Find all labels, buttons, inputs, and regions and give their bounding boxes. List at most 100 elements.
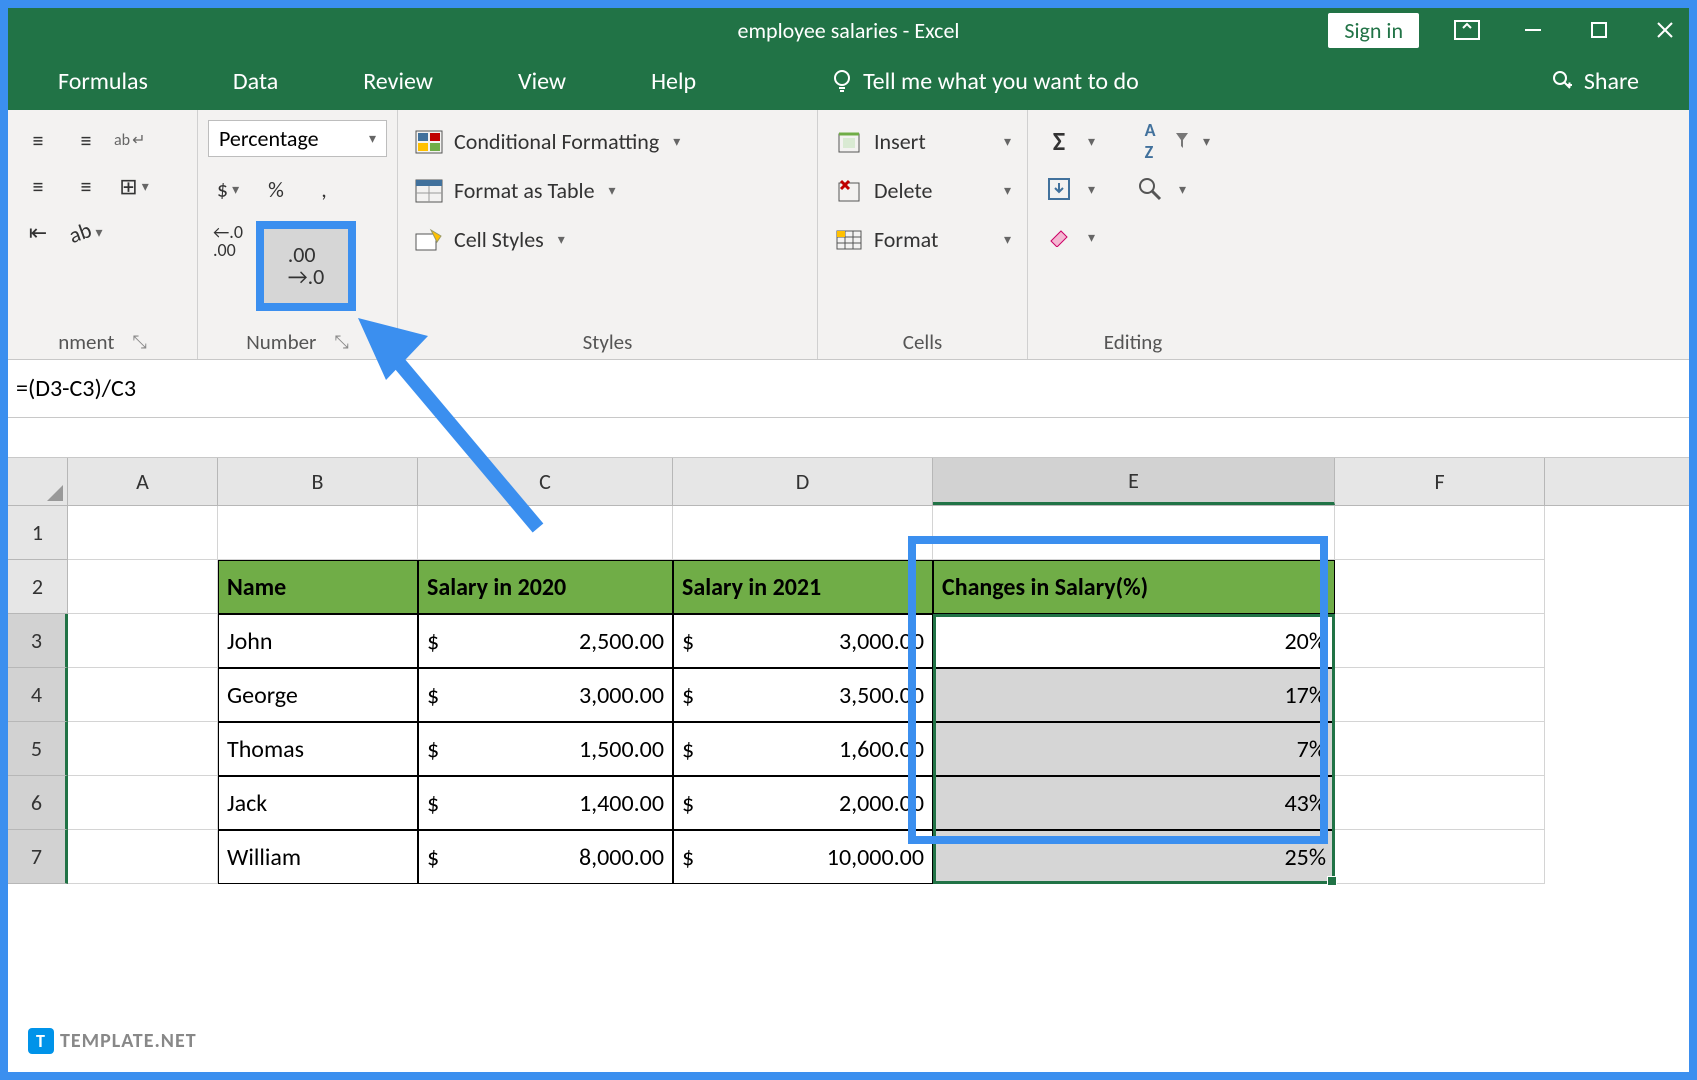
- format-button[interactable]: Format ▾: [828, 222, 1017, 257]
- cell[interactable]: [68, 614, 218, 668]
- number-launcher-icon[interactable]: ⤡: [334, 331, 348, 353]
- minimize-icon[interactable]: [1515, 12, 1551, 48]
- tab-formulas[interactable]: Formulas: [58, 67, 148, 96]
- cell[interactable]: [68, 830, 218, 884]
- align-bottom-icon[interactable]: ≡: [66, 120, 106, 160]
- table-cell[interactable]: $1,500.00: [418, 722, 673, 776]
- cell[interactable]: [1335, 506, 1545, 560]
- tab-help[interactable]: Help: [651, 67, 696, 96]
- row-header-2[interactable]: 2: [8, 560, 68, 614]
- find-select-button[interactable]: ▾: [1129, 172, 1192, 206]
- row-header-3[interactable]: 3: [8, 614, 68, 668]
- table-cell[interactable]: Jack: [218, 776, 418, 830]
- cell[interactable]: [933, 506, 1335, 560]
- share-button[interactable]: Share: [1550, 67, 1639, 96]
- table-cell[interactable]: Thomas: [218, 722, 418, 776]
- fill-button[interactable]: ▾: [1038, 172, 1101, 206]
- conditional-formatting-button[interactable]: Conditional Formatting▾: [408, 124, 807, 159]
- autosum-button[interactable]: Σ▾: [1038, 124, 1101, 158]
- cell[interactable]: [1335, 560, 1545, 614]
- cell[interactable]: [673, 506, 933, 560]
- tell-me-label: Tell me what you want to do: [863, 67, 1139, 96]
- cell[interactable]: [1335, 776, 1545, 830]
- table-cell[interactable]: $1,600.00: [673, 722, 933, 776]
- tell-me-search[interactable]: Tell me what you want to do: [831, 67, 1139, 96]
- align-center-icon[interactable]: ≡: [66, 166, 106, 206]
- col-header-b[interactable]: B: [218, 458, 418, 505]
- cell[interactable]: [1335, 614, 1545, 668]
- table-cell-selected[interactable]: 43%: [933, 776, 1335, 830]
- table-cell-selected[interactable]: 7%: [933, 722, 1335, 776]
- ribbon-options-icon[interactable]: [1449, 12, 1485, 48]
- row-header-4[interactable]: 4: [8, 668, 68, 722]
- cell[interactable]: [218, 506, 418, 560]
- alignment-launcher-icon[interactable]: ⤡: [132, 331, 146, 353]
- cell-styles-button[interactable]: Cell Styles▾: [408, 222, 807, 257]
- clear-button[interactable]: ▾: [1038, 220, 1101, 254]
- tab-view[interactable]: View: [518, 67, 566, 96]
- sort-filter-button[interactable]: AZ ▾: [1129, 124, 1216, 158]
- cell[interactable]: [68, 506, 218, 560]
- table-cell[interactable]: $1,400.00: [418, 776, 673, 830]
- table-cell[interactable]: $2,000.00: [673, 776, 933, 830]
- table-cell[interactable]: $8,000.00: [418, 830, 673, 884]
- row-header-1[interactable]: 1: [8, 506, 68, 560]
- tab-data[interactable]: Data: [233, 67, 278, 96]
- table-cell[interactable]: $3,000.00: [673, 614, 933, 668]
- cell[interactable]: [1335, 830, 1545, 884]
- merge-icon[interactable]: ⊞▾: [114, 166, 154, 206]
- decrease-decimal-button[interactable]: .00→.0: [272, 237, 340, 295]
- formula-bar[interactable]: =(D3-C3)/C3: [8, 360, 1689, 418]
- cells-area[interactable]: Name Salary in 2020 Salary in 2021 Chang…: [68, 506, 1689, 884]
- table-cell[interactable]: William: [218, 830, 418, 884]
- table-header[interactable]: Changes in Salary(%): [933, 560, 1335, 614]
- col-header-e[interactable]: E: [933, 458, 1335, 505]
- percent-button[interactable]: %: [256, 169, 296, 209]
- row-header-5[interactable]: 5: [8, 722, 68, 776]
- col-header-f[interactable]: F: [1335, 458, 1545, 505]
- table-header[interactable]: Salary in 2020: [418, 560, 673, 614]
- table-cell-selected[interactable]: 20%: [933, 614, 1335, 668]
- row-header-7[interactable]: 7: [8, 830, 68, 884]
- currency-button[interactable]: $▾: [208, 169, 248, 209]
- col-header-a[interactable]: A: [68, 458, 218, 505]
- table-header[interactable]: Salary in 2021: [673, 560, 933, 614]
- wrap-text-icon[interactable]: ab↵: [114, 130, 145, 150]
- align-left-icon[interactable]: ≡: [18, 166, 58, 206]
- cell[interactable]: [1335, 722, 1545, 776]
- sign-in-button[interactable]: Sign in: [1328, 13, 1419, 48]
- table-cell-selected[interactable]: 17%: [933, 668, 1335, 722]
- table-cell[interactable]: $3,500.00: [673, 668, 933, 722]
- col-header-d[interactable]: D: [673, 458, 933, 505]
- table-cell-selected[interactable]: 25%: [933, 830, 1335, 884]
- format-as-table-button[interactable]: Format as Table▾: [408, 173, 807, 208]
- table-cell[interactable]: George: [218, 668, 418, 722]
- comma-button[interactable]: ,: [304, 169, 344, 209]
- table-cell[interactable]: $2,500.00: [418, 614, 673, 668]
- insert-button[interactable]: Insert ▾: [828, 124, 1017, 159]
- cell[interactable]: [418, 506, 673, 560]
- increase-decimal-button[interactable]: ←.0.00: [208, 221, 248, 261]
- delete-button[interactable]: Delete ▾: [828, 173, 1017, 208]
- number-format-combo[interactable]: Percentage ▾: [208, 120, 387, 157]
- cell[interactable]: [68, 722, 218, 776]
- row-header-6[interactable]: 6: [8, 776, 68, 830]
- col-header-c[interactable]: C: [418, 458, 673, 505]
- cell[interactable]: [1335, 668, 1545, 722]
- cell[interactable]: [68, 560, 218, 614]
- orientation-icon[interactable]: ab▾: [66, 212, 106, 252]
- table-header[interactable]: Name: [218, 560, 418, 614]
- close-icon[interactable]: [1647, 12, 1683, 48]
- cell[interactable]: [68, 776, 218, 830]
- table-cell[interactable]: $3,000.00: [418, 668, 673, 722]
- tab-review[interactable]: Review: [363, 67, 433, 96]
- select-all-button[interactable]: [8, 458, 68, 505]
- cell[interactable]: [68, 668, 218, 722]
- table-cell[interactable]: $10,000.00: [673, 830, 933, 884]
- maximize-icon[interactable]: [1581, 12, 1617, 48]
- cells-label: Cells: [903, 329, 943, 355]
- decrease-indent-icon[interactable]: ⇤: [18, 212, 58, 252]
- table-cell[interactable]: John: [218, 614, 418, 668]
- align-middle-icon[interactable]: ≡: [18, 120, 58, 160]
- spreadsheet-grid[interactable]: A B C D E F 1 2 3 4 5 6 7: [8, 458, 1689, 884]
